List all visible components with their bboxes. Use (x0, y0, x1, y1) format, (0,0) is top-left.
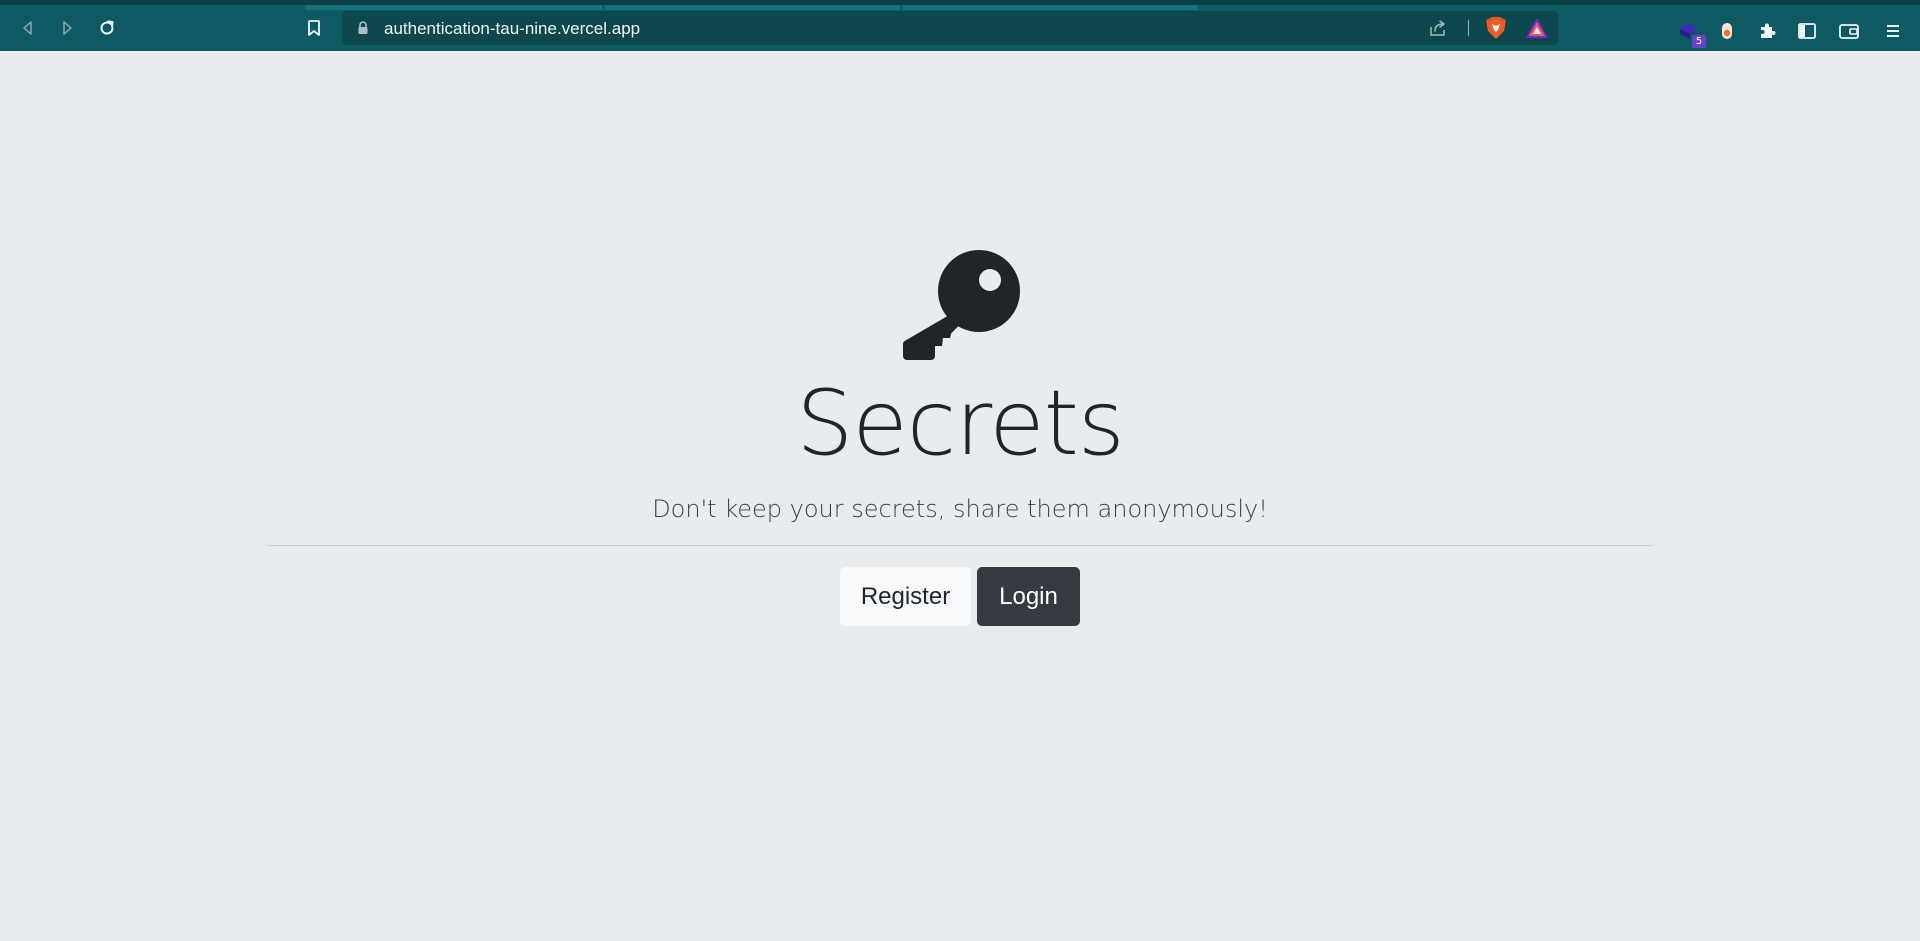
tab-strip-segment (605, 5, 900, 10)
extensions-puzzle-icon[interactable] (1754, 18, 1780, 44)
brave-shields-icon[interactable] (1485, 16, 1507, 40)
extension-badge: 5 (1692, 35, 1706, 48)
reload-icon[interactable] (92, 13, 122, 43)
tab-strip-segment-active (1200, 5, 1500, 10)
address-divider (1468, 20, 1469, 36)
register-button[interactable]: Register (840, 567, 971, 626)
page-tagline: Don't keep your secrets, share them anon… (652, 495, 1268, 523)
sidebar-icon[interactable] (1794, 18, 1820, 44)
tab-strip-segment (305, 5, 602, 10)
brave-rewards-icon[interactable] (1525, 17, 1549, 39)
menu-icon[interactable] (1880, 18, 1906, 44)
key-icon (899, 249, 1021, 371)
back-icon[interactable] (13, 13, 43, 43)
lock-icon[interactable] (356, 20, 370, 36)
bookmark-icon[interactable] (299, 13, 329, 43)
browser-toolbar: authentication-tau-nine.vercel.app 5 (0, 0, 1920, 51)
url-text[interactable]: authentication-tau-nine.vercel.app (384, 19, 640, 39)
login-button[interactable]: Login (977, 567, 1080, 626)
address-bar[interactable]: authentication-tau-nine.vercel.app (342, 11, 1558, 45)
horizontal-rule (267, 545, 1653, 546)
tab-strip-segment (903, 5, 1198, 10)
extension-icon[interactable]: 5 (1676, 18, 1706, 48)
extension-toggle-icon[interactable] (1714, 18, 1740, 44)
wallet-icon[interactable] (1836, 18, 1862, 44)
page-title: Secrets (796, 371, 1125, 476)
share-icon[interactable] (1427, 17, 1449, 39)
forward-icon[interactable] (52, 13, 82, 43)
